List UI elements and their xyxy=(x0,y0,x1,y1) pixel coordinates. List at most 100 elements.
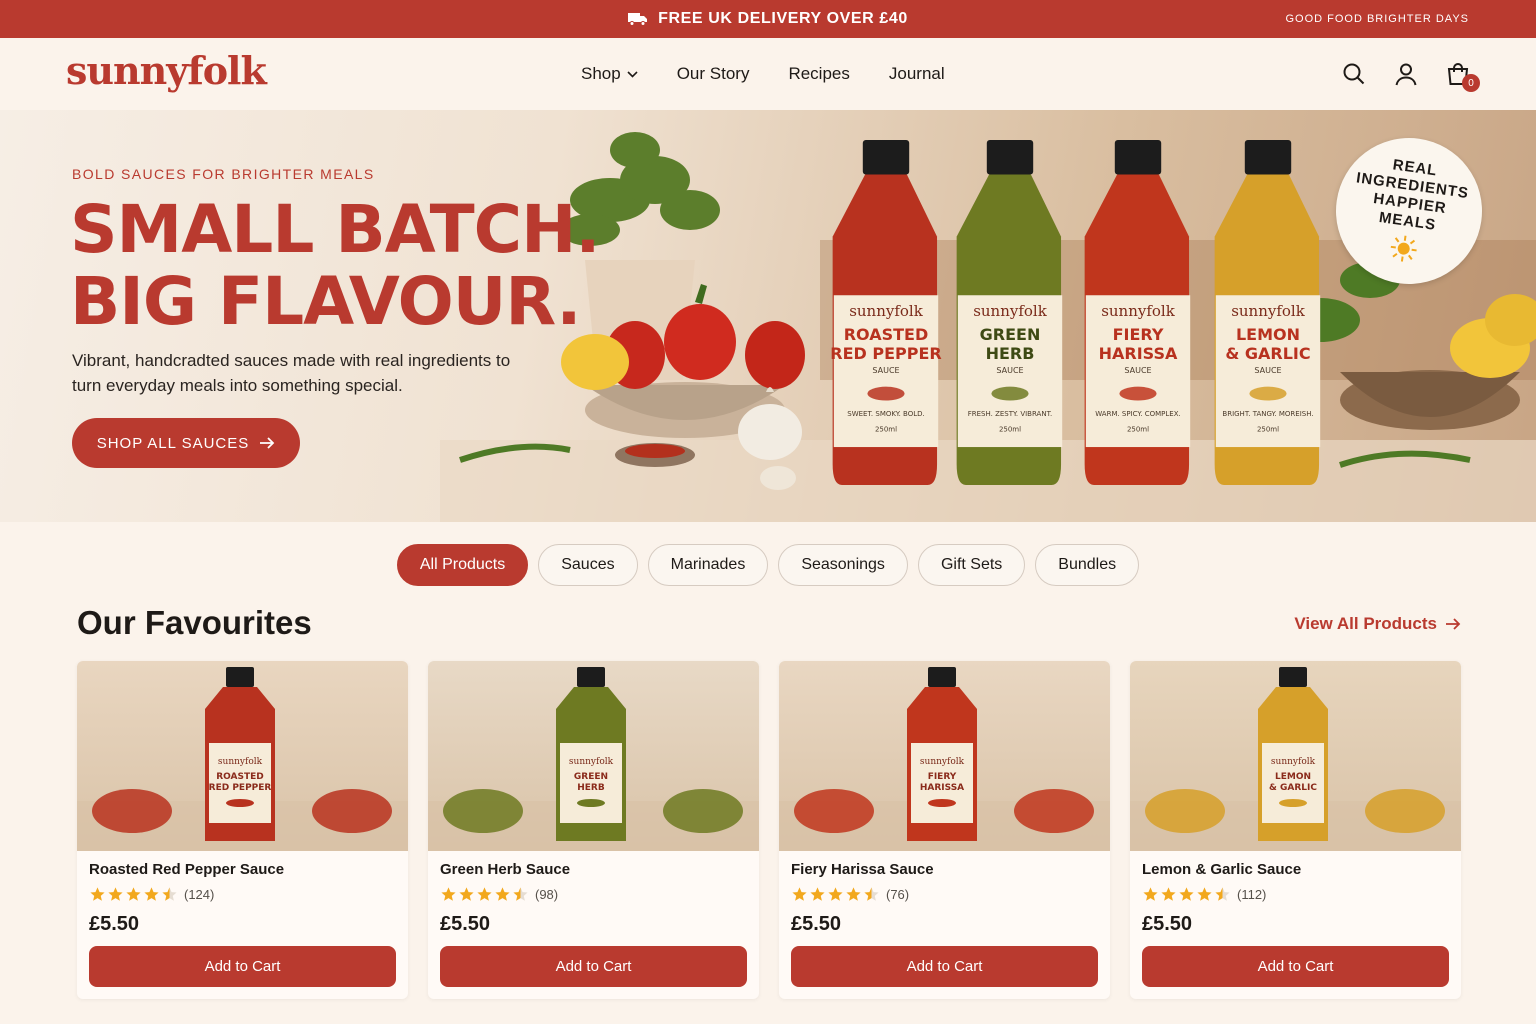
nav-recipes[interactable]: Recipes xyxy=(788,64,849,84)
star-icon xyxy=(513,887,528,901)
bottle-label-brand: sunnyfolk xyxy=(1231,302,1306,320)
filter-pill[interactable]: Sauces xyxy=(538,544,638,586)
hero-banner: sunnyfolk ROASTED RED PEPPER SAUCE SWEET. SM… xyxy=(0,110,1536,522)
filter-pill[interactable]: Marinades xyxy=(647,544,769,586)
sun-icon xyxy=(1390,235,1417,262)
star-icon xyxy=(1143,887,1158,901)
hero-eyebrow: BOLD SAUCES FOR BRIGHTER MEALS xyxy=(72,166,375,182)
shop-all-label: SHOP ALL SAUCES xyxy=(96,434,250,452)
product-rating: (98) xyxy=(440,886,558,903)
delivery-truck-icon xyxy=(628,13,648,26)
nav-journal[interactable]: Journal xyxy=(889,64,945,84)
bottle-label-desc: FRESH. ZESTY. VIBRANT. xyxy=(968,410,1053,418)
main-nav: Shop Our Story Recipes Journal xyxy=(581,38,945,110)
star-rating xyxy=(791,886,880,903)
section-title: Our Favourites xyxy=(77,604,312,641)
shop-all-button[interactable]: SHOP ALL SAUCES xyxy=(72,418,300,468)
product-image[interactable]: sunnyfolk GREEN HERB xyxy=(428,661,759,851)
search-icon[interactable] xyxy=(1340,60,1368,88)
product-image-label-2: & GARLIC xyxy=(1269,783,1317,793)
category-filters: All Products Sauces Marinades Seasonings Gif… xyxy=(0,544,1536,586)
bottle-label-brand: sunnyfolk xyxy=(973,302,1048,320)
review-count: (112) xyxy=(1237,887,1267,902)
product-image[interactable]: sunnyfolk LEMON & GARLIC xyxy=(1130,661,1461,851)
bottle-label-name2: & GARLIC xyxy=(1225,344,1310,363)
bottle-label-name1: GREEN xyxy=(980,325,1041,344)
bottle-label-size: 250ml xyxy=(1127,426,1149,434)
product-name[interactable]: Lemon & Garlic Sauce xyxy=(1142,861,1301,878)
product-card[interactable]: sunnyfolk GREEN HERB Green Herb Sauce (98… xyxy=(428,661,759,999)
bottle-label-type: SAUCE xyxy=(1124,366,1151,375)
add-to-cart-button[interactable]: Add to Cart xyxy=(89,946,396,987)
product-rating: (112) xyxy=(1142,886,1266,903)
product-image[interactable]: sunnyfolk FIERY HARISSA xyxy=(779,661,1110,851)
product-price: £5.50 xyxy=(1142,913,1193,935)
filter-pill[interactable]: Gift Sets xyxy=(917,544,1026,586)
star-icon xyxy=(792,887,807,901)
hero-bottle: sunnyfolk GREENHERB SAUCE FRESH. ZESTY. VIB… xyxy=(956,140,1063,485)
product-image-label-2: RED PEPPER xyxy=(209,783,272,793)
brand-logo[interactable]: sunnyfolk xyxy=(66,48,267,93)
svg-text:sunnyfolk: sunnyfolk xyxy=(1271,757,1316,767)
filter-pill[interactable]: All Products xyxy=(396,544,529,586)
product-name[interactable]: Green Herb Sauce xyxy=(440,861,570,878)
cart-count-badge: 0 xyxy=(1462,74,1480,92)
add-to-cart-button[interactable]: Add to Cart xyxy=(440,946,747,987)
svg-text:sunnyfolk: sunnyfolk xyxy=(218,757,263,767)
bottle-label-size: 250ml xyxy=(999,426,1021,434)
star-rating xyxy=(1142,886,1231,903)
promo-bar: FREE UK DELIVERY OVER £40 GOOD FOOD BRIG… xyxy=(0,0,1536,38)
hero-bottle: sunnyfolk ROASTEDRED PEPPER SAUCE SWEET. SM… xyxy=(830,140,942,485)
product-card[interactable]: sunnyfolk ROASTED RED PEPPER Roasted Red… xyxy=(77,661,408,999)
star-icon xyxy=(1197,887,1212,901)
product-card[interactable]: sunnyfolk LEMON & GARLIC Lemon & Garlic … xyxy=(1130,661,1461,999)
headline-line-1: SMALL BATCH. xyxy=(70,191,600,268)
hero-bottle: sunnyfolk LEMON& GARLIC SAUCE BRIGHT. TANGY… xyxy=(1214,140,1321,485)
svg-text:sunnyfolk: sunnyfolk xyxy=(569,757,614,767)
product-image[interactable]: sunnyfolk ROASTED RED PEPPER xyxy=(77,661,408,851)
star-icon xyxy=(459,887,474,901)
product-image-label-2: HARISSA xyxy=(920,783,964,793)
account-icon[interactable] xyxy=(1392,60,1420,88)
bottle-label-desc: BRIGHT. TANGY. MOREISH. xyxy=(1222,410,1313,418)
bottle-label-name2: RED PEPPER xyxy=(830,344,941,363)
brand-tagline: GOOD FOOD BRIGHTER DAYS xyxy=(1285,13,1469,25)
promo-text: FREE UK DELIVERY OVER £40 xyxy=(658,10,908,27)
bottle-label-name1: FIERY xyxy=(1113,325,1164,344)
cart-icon[interactable]: 0 xyxy=(1444,60,1480,92)
bottle-label-name2: HARISSA xyxy=(1099,344,1178,363)
add-to-cart-button[interactable]: Add to Cart xyxy=(791,946,1098,987)
nav-our-story[interactable]: Our Story xyxy=(677,64,750,84)
star-icon xyxy=(126,887,141,901)
product-image-label-2: HERB xyxy=(577,783,605,793)
view-all-link[interactable]: View All Products xyxy=(1294,614,1461,634)
hero-bottle: sunnyfolk FIERYHARISSA SAUCE WARM. SPICY. C… xyxy=(1084,140,1191,485)
product-image-label-1: LEMON xyxy=(1275,772,1311,782)
svg-text:sunnyfolk: sunnyfolk xyxy=(920,757,965,767)
review-count: (124) xyxy=(184,887,215,902)
headline-line-2: BIG FLAVOUR. xyxy=(70,263,581,340)
add-to-cart-button[interactable]: Add to Cart xyxy=(1142,946,1449,987)
product-name[interactable]: Roasted Red Pepper Sauce xyxy=(89,861,284,878)
product-image-label-1: FIERY xyxy=(928,772,957,782)
star-icon xyxy=(144,887,159,901)
review-count: (98) xyxy=(535,887,559,902)
nav-shop[interactable]: Shop xyxy=(581,64,638,84)
product-card[interactable]: sunnyfolk FIERY HARISSA Fiery Harissa Sa… xyxy=(779,661,1110,999)
view-all-label: View All Products xyxy=(1294,614,1437,633)
bottle-label-size: 250ml xyxy=(1257,426,1279,434)
bottle-label-name1: LEMON xyxy=(1236,325,1300,344)
bottle-label-type: SAUCE xyxy=(1254,366,1281,375)
star-icon xyxy=(162,887,177,901)
product-rating: (76) xyxy=(791,886,909,903)
filter-pill[interactable]: Seasonings xyxy=(778,544,908,586)
product-price: £5.50 xyxy=(89,913,140,935)
product-image-label-1: GREEN xyxy=(574,772,608,782)
star-rating xyxy=(440,886,529,903)
bottle-label-desc: SWEET. SMOKY. BOLD. xyxy=(847,410,924,418)
star-icon xyxy=(1179,887,1194,901)
product-price: £5.50 xyxy=(791,913,842,935)
filter-pill[interactable]: Bundles xyxy=(1035,544,1140,586)
product-name[interactable]: Fiery Harissa Sauce xyxy=(791,861,934,878)
star-icon xyxy=(828,887,843,901)
